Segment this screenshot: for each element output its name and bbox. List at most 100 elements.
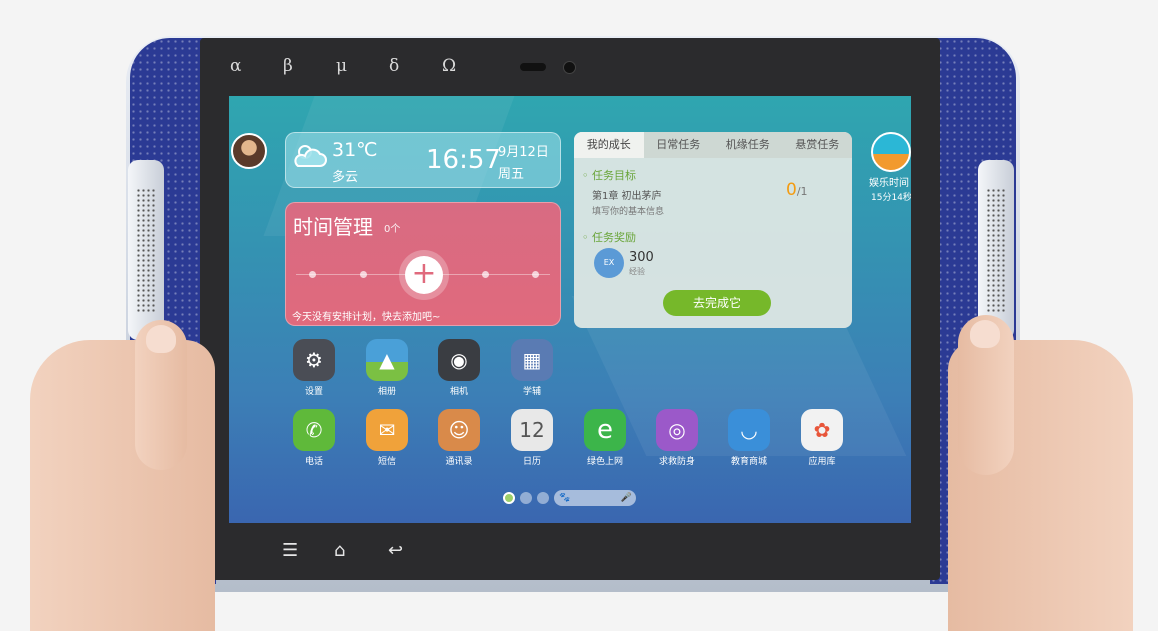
- right-thumbnail: [970, 320, 1000, 348]
- app-label: 通讯录: [445, 457, 473, 467]
- study-folder-icon: ▦: [511, 339, 553, 381]
- beta-key[interactable]: β: [283, 56, 336, 76]
- goal-title: 任务目标: [592, 169, 636, 182]
- search-bar[interactable]: 🐾 🎤: [554, 490, 636, 506]
- shopping-bag-icon: ◡: [728, 409, 770, 451]
- entertainment-label: 娱乐时间: [869, 178, 909, 189]
- omega-key[interactable]: Ω: [442, 56, 495, 76]
- app-library-icon: ✿: [801, 409, 843, 451]
- goal-heading: ◦ 任务目标: [582, 169, 636, 182]
- app-library[interactable]: ✿ 应用库: [792, 409, 852, 467]
- app-label: 相机: [449, 387, 468, 397]
- paw-search-icon: 🐾: [559, 493, 571, 503]
- app-emergency[interactable]: ◎ 求救防身: [647, 409, 707, 467]
- page-indicator[interactable]: [520, 492, 532, 504]
- reward-heading: ◦ 任务奖励: [582, 231, 636, 244]
- timeline-dot: [532, 271, 539, 278]
- app-safe-browser[interactable]: e 绿色上网: [575, 409, 635, 467]
- photo-stage: α β μ δ Ω ☰ ⌂ ↩ 31℃ 多云 16:57 9月12日 周五 时间…: [0, 0, 1158, 631]
- left-speaker-grille: [128, 160, 164, 340]
- page-dock: 🐾 🎤: [503, 490, 636, 506]
- app-label: 绿色上网: [586, 457, 623, 467]
- progress-total: /1: [796, 185, 808, 198]
- weather-condition: 多云: [332, 170, 359, 185]
- app-label: 短信: [377, 457, 396, 467]
- app-label: 设置: [304, 387, 323, 397]
- gallery-icon: ▲: [366, 339, 408, 381]
- left-thumbnail: [146, 325, 176, 353]
- microphone-icon[interactable]: 🎤: [621, 490, 632, 506]
- app-camera[interactable]: ◉ 相机: [429, 339, 489, 397]
- camera-icon: ◉: [438, 339, 480, 381]
- tablet-screen: 31℃ 多云 16:57 9月12日 周五 时间管理 0个 + 今天没有安排计划…: [229, 96, 911, 523]
- gear-icon: ⚙: [293, 339, 335, 381]
- back-icon[interactable]: ↩: [388, 540, 403, 561]
- task-widget: 我的成长 日常任务 机缘任务 悬赏任务 ◦ 任务目标 第1章 初出茅庐 填写你的…: [574, 132, 852, 328]
- calendar-icon: 12: [511, 409, 553, 451]
- delta-key[interactable]: δ: [389, 56, 442, 76]
- front-camera-icon: [563, 61, 576, 74]
- app-messages[interactable]: ✉ 短信: [357, 409, 417, 467]
- temperature: 31℃: [332, 139, 378, 161]
- app-edu-store[interactable]: ◡ 教育商城: [719, 409, 779, 467]
- hardware-keys: α β μ δ Ω: [230, 56, 495, 76]
- widget-title: 时间管理: [293, 215, 373, 239]
- alpha-key[interactable]: α: [230, 56, 283, 76]
- app-calendar[interactable]: 12 日历: [502, 409, 562, 467]
- app-phone[interactable]: ✆ 电话: [284, 409, 344, 467]
- app-label: 教育商城: [730, 457, 767, 467]
- tab-daily-tasks[interactable]: 日常任务: [644, 132, 714, 158]
- tab-chance-tasks[interactable]: 机缘任务: [713, 132, 783, 158]
- contacts-icon: ☺: [438, 409, 480, 451]
- page-indicator[interactable]: [503, 492, 515, 504]
- weekday: 周五: [498, 167, 525, 182]
- app-settings[interactable]: ⚙ 设置: [284, 339, 344, 397]
- app-label: 相册: [377, 387, 396, 397]
- time-management-widget[interactable]: 时间管理 0个 + 今天没有安排计划，快去添加吧~: [285, 202, 561, 326]
- reward-title: 任务奖励: [592, 231, 636, 244]
- light-sensor: [520, 63, 546, 71]
- message-icon: ✉: [366, 409, 408, 451]
- task-tabs: 我的成长 日常任务 机缘任务 悬赏任务: [574, 132, 852, 158]
- phone-icon: ✆: [293, 409, 335, 451]
- right-speaker-grille: [978, 160, 1014, 340]
- app-label: 电话: [304, 457, 323, 467]
- app-study-folder[interactable]: ▦ 学辅: [502, 339, 562, 397]
- progress-done: 0: [786, 180, 797, 200]
- entertainment-timer-icon[interactable]: [871, 132, 911, 172]
- app-label: 日历: [522, 457, 541, 467]
- home-icon[interactable]: ⌂: [334, 540, 345, 561]
- reward-value: 300: [629, 250, 654, 265]
- task-description: 填写你的基本信息: [592, 207, 665, 217]
- app-label: 应用库: [808, 457, 836, 467]
- browser-icon: e: [584, 409, 626, 451]
- avatar[interactable]: [231, 133, 267, 169]
- entertainment-time: 15分14秒: [871, 193, 911, 203]
- lifebuoy-icon: ◎: [656, 409, 698, 451]
- reward-label: 经验: [629, 267, 645, 276]
- app-contacts[interactable]: ☺ 通讯录: [429, 409, 489, 467]
- partly-cloudy-icon: [294, 145, 327, 167]
- tab-bounty-tasks[interactable]: 悬赏任务: [783, 132, 853, 158]
- experience-badge-icon: EX: [594, 248, 624, 278]
- date: 9月12日: [498, 145, 549, 160]
- empty-hint: 今天没有安排计划，快去添加吧~: [292, 312, 441, 323]
- app-label: 学辅: [522, 387, 541, 397]
- timeline-dot: [482, 271, 489, 278]
- tab-my-growth[interactable]: 我的成长: [574, 132, 644, 158]
- app-label: 求救防身: [658, 457, 695, 467]
- complete-task-button[interactable]: 去完成它: [663, 290, 771, 316]
- clock: 16:57: [426, 145, 501, 175]
- add-plan-button[interactable]: +: [405, 256, 443, 294]
- task-chapter: 第1章 初出茅庐: [592, 191, 662, 202]
- page-indicator[interactable]: [537, 492, 549, 504]
- timeline-dot: [360, 271, 367, 278]
- app-gallery[interactable]: ▲ 相册: [357, 339, 417, 397]
- mu-key[interactable]: μ: [336, 56, 389, 76]
- task-progress: 0/1: [786, 180, 808, 200]
- timeline-dot: [309, 271, 316, 278]
- plan-count: 0个: [384, 224, 401, 235]
- menu-icon[interactable]: ☰: [282, 540, 298, 561]
- weather-widget[interactable]: 31℃ 多云 16:57 9月12日 周五: [285, 132, 561, 188]
- left-hand: [30, 340, 215, 631]
